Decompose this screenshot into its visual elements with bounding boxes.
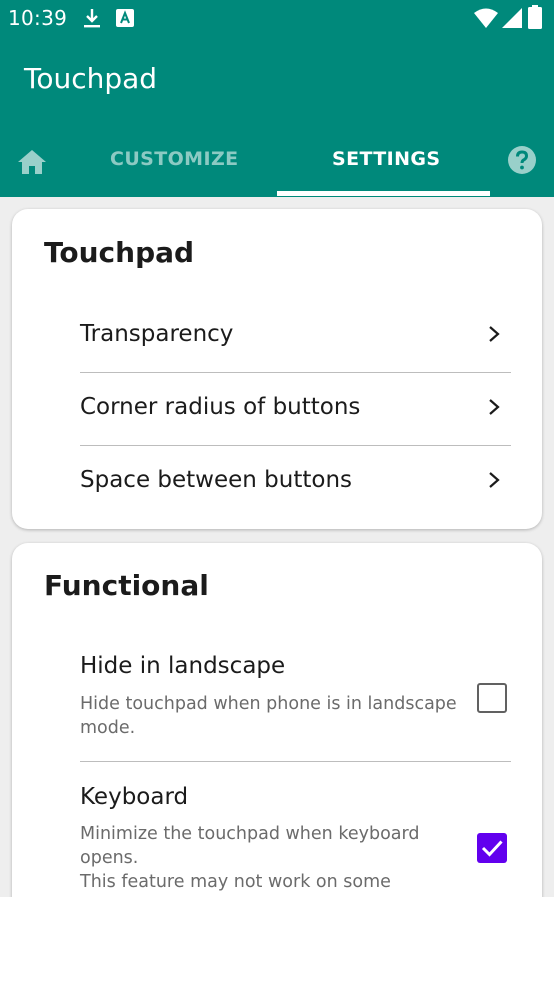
battery-icon xyxy=(528,5,542,29)
hide-in-landscape-summary: Hide touchpad when phone is in landscape… xyxy=(80,694,457,738)
tab-bar: CUSTOMIZE SETTINGS xyxy=(0,128,554,197)
keyboard-summary: Minimize the touchpad when keyboard open… xyxy=(80,822,470,894)
space-between-buttons-row[interactable]: Space between buttons xyxy=(80,446,511,519)
tab-settings[interactable]: SETTINGS xyxy=(332,148,440,170)
home-icon[interactable] xyxy=(16,146,48,178)
hide-in-landscape-title: Hide in landscape xyxy=(80,653,286,679)
hide-in-landscape-checkbox[interactable] xyxy=(477,683,507,713)
keyboard-checkbox[interactable] xyxy=(477,833,507,863)
transparency-row[interactable]: Transparency xyxy=(80,300,511,373)
status-bar: 10:39 xyxy=(0,0,554,38)
keyboard-title: Keyboard xyxy=(80,784,189,810)
section-title-functional: Functional xyxy=(44,569,209,602)
space-between-buttons-label: Space between buttons xyxy=(80,467,353,493)
chevron-right-icon xyxy=(489,326,500,342)
selected-tab-indicator xyxy=(277,191,490,196)
keyboard-summary-line-2: This feature may not work on some xyxy=(80,872,391,892)
divider xyxy=(80,761,511,762)
status-time: 10:39 xyxy=(8,6,68,30)
settings-content[interactable]: Touchpad Transparency Corner radius of b… xyxy=(0,197,554,897)
touchpad-section-card: Touchpad Transparency Corner radius of b… xyxy=(12,209,542,529)
app-bar: 10:39 Touchpad CUSTOMIZE SETTINGS xyxy=(0,0,554,197)
chevron-right-icon xyxy=(489,399,500,415)
help-icon[interactable] xyxy=(508,146,536,174)
app-title: Touchpad xyxy=(24,62,158,95)
section-title-touchpad: Touchpad xyxy=(44,236,195,269)
checkmark-icon xyxy=(481,840,503,857)
transparency-label: Transparency xyxy=(80,321,234,347)
cellular-signal-icon xyxy=(502,8,522,28)
chevron-right-icon xyxy=(489,472,500,488)
bottom-blank-area xyxy=(0,897,554,984)
keyboard-summary-line-1: Minimize the touchpad when keyboard open… xyxy=(80,824,420,868)
functional-section-card: Functional Hide in landscape Hide touchp… xyxy=(12,543,542,897)
font-app-icon xyxy=(116,9,134,27)
wifi-icon xyxy=(474,8,498,28)
download-icon xyxy=(84,9,100,28)
corner-radius-label: Corner radius of buttons xyxy=(80,394,361,420)
tab-customize[interactable]: CUSTOMIZE xyxy=(110,148,239,170)
corner-radius-row[interactable]: Corner radius of buttons xyxy=(80,373,511,446)
